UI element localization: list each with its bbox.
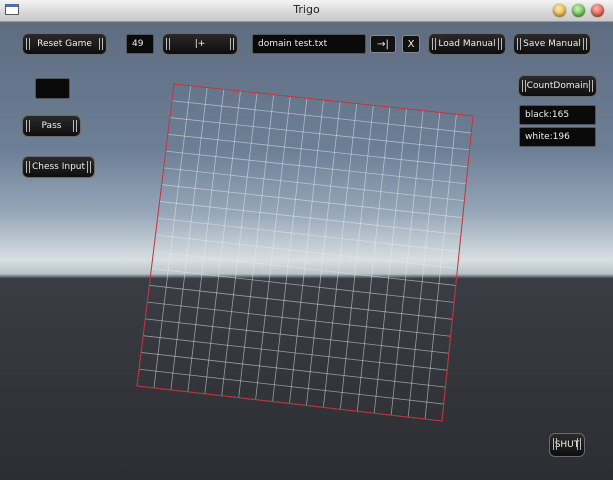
grid-line (322, 103, 358, 408)
grid-line (143, 335, 448, 371)
grid-line (407, 112, 441, 418)
grid-line (356, 107, 391, 412)
grid-line (390, 110, 424, 416)
grid-line (153, 251, 456, 286)
move-number-field[interactable]: 49 (126, 34, 154, 54)
filename-input[interactable]: domain test.txt (252, 34, 366, 54)
maximize-button[interactable] (572, 4, 585, 17)
black-count-label: black:165 (519, 105, 596, 125)
status-box (35, 78, 70, 99)
save-manual-button[interactable]: Save Manual (513, 33, 591, 55)
step-forward-button[interactable]: |+ (162, 33, 238, 55)
grid-line (155, 234, 458, 269)
load-manual-button[interactable]: Load Manual (428, 33, 506, 55)
title-bar: Trigo (0, 0, 613, 22)
close-button[interactable] (591, 4, 604, 17)
white-count-label: white:196 (519, 127, 596, 147)
minimize-button[interactable] (553, 4, 566, 17)
grid-line (151, 268, 455, 303)
grid-line (145, 318, 449, 354)
grid-line (149, 284, 453, 320)
count-domain-button[interactable]: CountDomain (518, 75, 597, 97)
pass-button[interactable]: Pass (22, 115, 81, 137)
shut-button[interactable]: SHUT (549, 433, 585, 457)
jump-end-button[interactable]: →| (370, 35, 396, 53)
grid-line (373, 108, 407, 414)
grid-line (306, 101, 341, 406)
game-viewport[interactable]: Reset Game 49 |+ domain test.txt →| X Lo… (0, 22, 613, 480)
grid-line (424, 114, 457, 420)
reset-game-button[interactable]: Reset Game (22, 33, 107, 55)
grid-line (339, 105, 374, 410)
clear-button[interactable]: X (402, 35, 420, 53)
grid-line (147, 301, 451, 337)
chess-input-button[interactable]: Chess Input (22, 156, 95, 178)
app-window: Trigo Reset Game 49 |+ domain test.txt →… (0, 0, 613, 480)
window-title: Trigo (293, 3, 320, 16)
grid-line (141, 352, 446, 388)
grid-line (139, 368, 444, 405)
